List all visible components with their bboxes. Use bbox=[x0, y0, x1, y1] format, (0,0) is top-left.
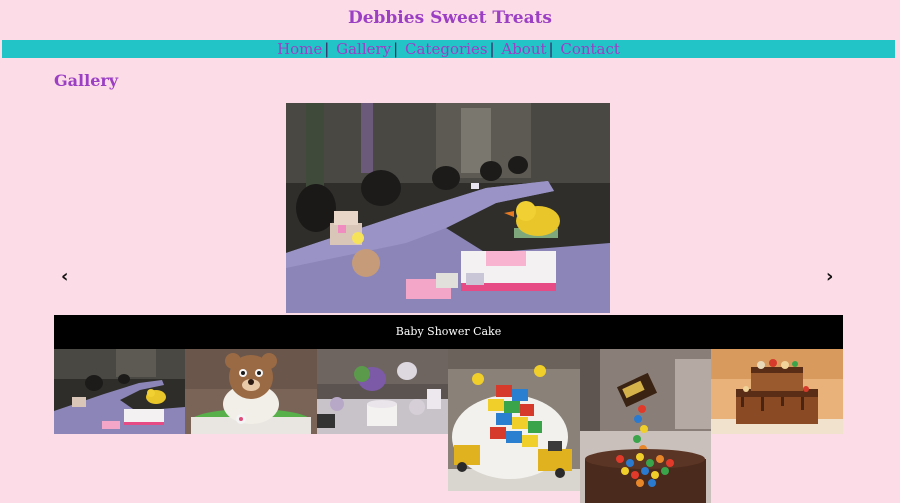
nav-home-link[interactable]: Home bbox=[277, 40, 322, 58]
slideshow-main-image bbox=[286, 103, 610, 313]
main-nav: Home | Gallery | Categories | About | Contac… bbox=[2, 40, 895, 58]
nav-contact-link[interactable]: Contact bbox=[560, 40, 620, 58]
nav-gallery-link[interactable]: Gallery bbox=[336, 40, 391, 58]
thumbnail-baby-shower-cake[interactable] bbox=[54, 349, 185, 434]
site-title: Debbies Sweet Treats bbox=[347, 8, 553, 28]
nav-about-link[interactable]: About bbox=[501, 40, 546, 58]
thumbnail-chocolate-drip-cake[interactable] bbox=[711, 349, 843, 434]
nav-categories-link[interactable]: Categories bbox=[405, 40, 488, 58]
slideshow-caption: Baby Shower Cake bbox=[54, 315, 843, 349]
thumbnail-teddy-bear-cake[interactable] bbox=[185, 349, 317, 434]
slideshow-next-button[interactable]: › bbox=[826, 266, 833, 287]
thumbnail-dessert-table[interactable] bbox=[317, 349, 448, 434]
nav-separator: | bbox=[393, 40, 399, 58]
page-heading: Gallery bbox=[54, 71, 119, 90]
nav-separator: | bbox=[489, 40, 495, 58]
thumbnail-mm-candy-cake[interactable] bbox=[580, 349, 711, 503]
slideshow-prev-button[interactable]: ‹ bbox=[61, 266, 68, 287]
nav-separator: | bbox=[548, 40, 554, 58]
nav-separator: | bbox=[324, 40, 330, 58]
thumbnail-lego-cake[interactable] bbox=[448, 349, 580, 491]
